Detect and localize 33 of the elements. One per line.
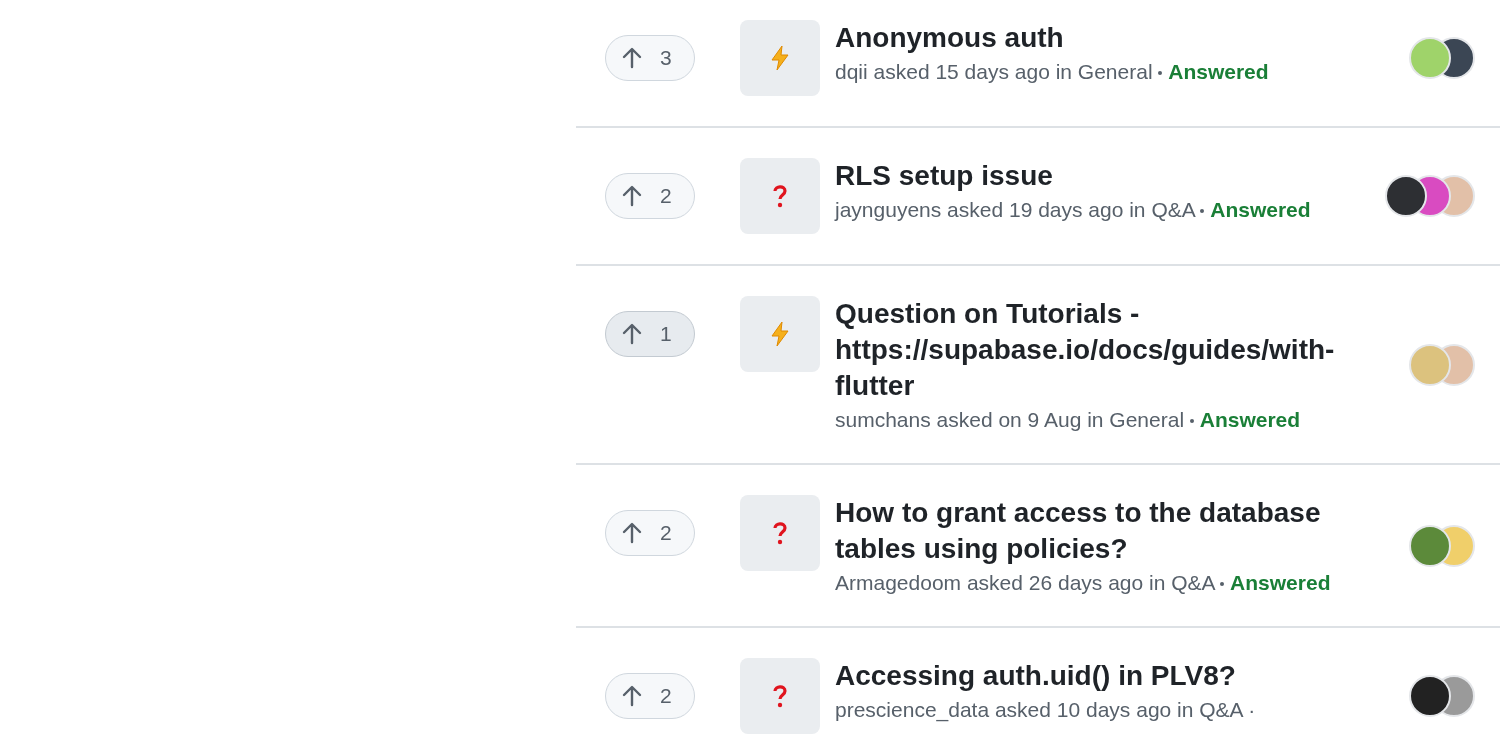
discussion-title[interactable]: RLS setup issue [835,158,1365,194]
upvote-button[interactable]: 3 [605,35,695,81]
upvote-button[interactable]: 2 [605,173,695,219]
answered-status: Answered [1230,571,1331,594]
discussion-meta: Armagedoom asked 26 days ago in Q&A [835,571,1215,594]
arrow-up-icon [622,685,642,707]
discussion-title[interactable]: Anonymous auth [835,20,1365,56]
discussion-meta: jaynguyens asked 19 days ago in Q&A [835,198,1195,221]
answered-status: Answered [1168,60,1269,83]
separator-dot [1200,209,1205,214]
question-icon [773,684,787,708]
discussion-title[interactable]: Accessing auth.uid() in PLV8? [835,658,1365,694]
arrow-up-icon [622,323,642,345]
arrow-up-icon [622,47,642,69]
lightning-icon [769,321,791,347]
question-icon [773,521,787,545]
discussion-title[interactable]: Question on Tutorials - https://supabase.io/docs/guides/with-flutter [835,296,1365,404]
separator-dot [1220,582,1225,587]
separator-dot [1189,419,1194,424]
upvote-button[interactable]: 2 [605,510,695,556]
arrow-up-icon [622,522,642,544]
upvote-button[interactable]: 1 [605,311,695,357]
discussion-title[interactable]: How to grant access to the database tables using policies? [835,495,1365,567]
discussion-meta: sumchans asked on 9 Aug in General [835,408,1185,431]
answered-status: Answered [1199,408,1301,431]
arrow-up-icon [622,185,642,207]
upvote-button[interactable]: 2 [605,673,695,719]
discussion-meta: dqii asked 15 days ago in General [835,60,1153,83]
question-icon [773,184,787,208]
discussion-meta: prescience_data asked 10 days ago in Q&A · [835,698,1256,721]
separator-dot [1158,71,1163,76]
lightning-icon [769,45,791,71]
answered-status: Answered [1210,198,1311,221]
